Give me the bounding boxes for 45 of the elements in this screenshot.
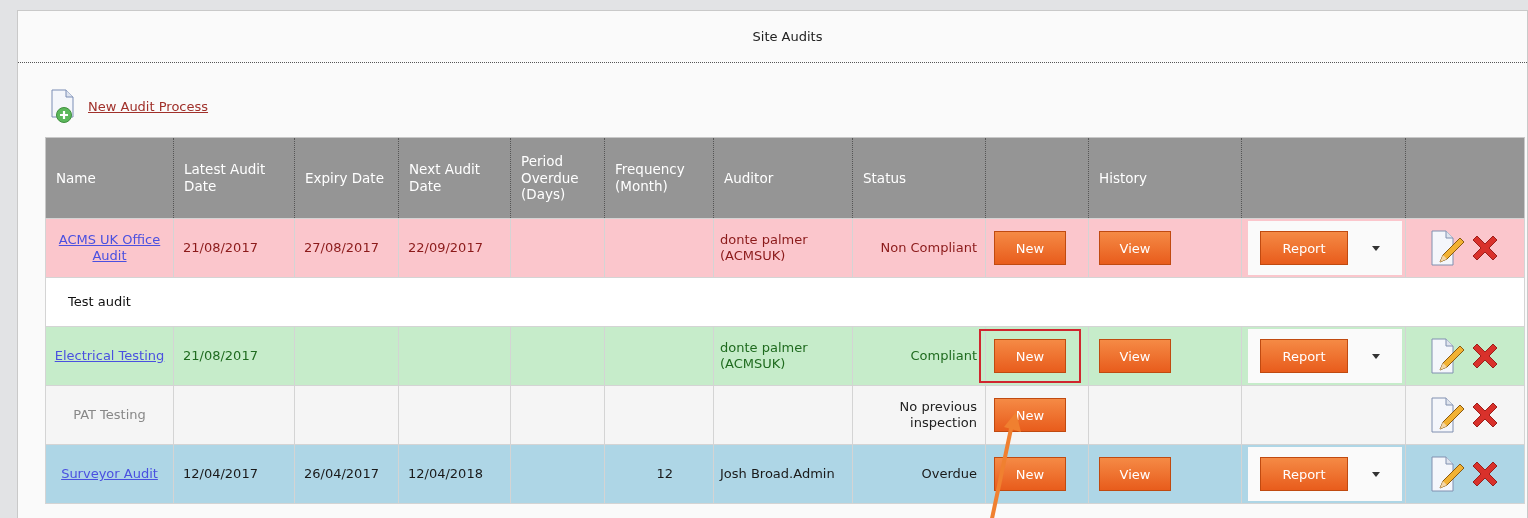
new-audit-button[interactable]: New <box>994 457 1066 491</box>
table-cell: donte palmer (ACMSUK) <box>720 232 808 263</box>
caret-icon <box>1372 245 1380 251</box>
report-button[interactable]: Report <box>1260 231 1348 265</box>
table-cell: 12 <box>656 466 673 482</box>
view-history-button[interactable]: View <box>1099 339 1171 373</box>
new-audit-button[interactable]: New <box>994 231 1066 265</box>
view-history-button[interactable]: View <box>1099 231 1171 265</box>
new-audit-process-link[interactable]: New Audit Process <box>88 98 209 114</box>
table-cell: 27/08/2017 <box>304 240 379 256</box>
column-header: Expiry Date <box>305 169 384 186</box>
status-text: No previous inspection <box>899 399 977 430</box>
table-cell: 22/09/2017 <box>408 240 483 256</box>
table-cell: donte palmer (ACMSUK) <box>720 340 808 371</box>
table-cell: 21/08/2017 <box>183 348 258 364</box>
view-history-button[interactable]: View <box>1099 457 1171 491</box>
new-audit-button[interactable]: New <box>994 398 1066 432</box>
status-text: Non Compliant <box>880 240 977 256</box>
edit-icon[interactable] <box>1429 228 1465 268</box>
column-header: Status <box>863 169 907 186</box>
table-cell: 26/04/2017 <box>304 466 379 482</box>
table-cell: 12/04/2017 <box>183 466 258 482</box>
column-header: Name <box>56 169 96 186</box>
caret-icon <box>1372 471 1380 477</box>
column-header: Next Audit Date <box>409 161 481 194</box>
column-header: History <box>1099 169 1148 186</box>
edit-icon[interactable] <box>1429 454 1465 494</box>
edit-icon[interactable] <box>1429 336 1465 376</box>
report-button[interactable]: Report <box>1260 339 1348 373</box>
table-cell: Josh Broad.Admin <box>720 466 835 482</box>
status-text: Overdue <box>921 466 977 482</box>
edit-icon[interactable] <box>1429 395 1465 435</box>
caret-icon <box>1372 353 1380 359</box>
group-label: Test audit <box>68 294 131 310</box>
report-button[interactable]: Report <box>1260 457 1348 491</box>
column-header: Auditor <box>724 169 774 186</box>
column-header: Latest Audit Date <box>184 161 266 194</box>
audit-name: PAT Testing <box>73 407 146 423</box>
column-header: Period Overdue (Days) <box>521 152 579 203</box>
status-text: Compliant <box>910 348 977 364</box>
column-header: Frequency (Month) <box>615 161 685 194</box>
table-cell: 21/08/2017 <box>183 240 258 256</box>
panel-title: Site Audits <box>752 29 823 44</box>
table-cell: 12/04/2018 <box>408 466 483 482</box>
new-audit-button[interactable]: New <box>994 339 1066 373</box>
